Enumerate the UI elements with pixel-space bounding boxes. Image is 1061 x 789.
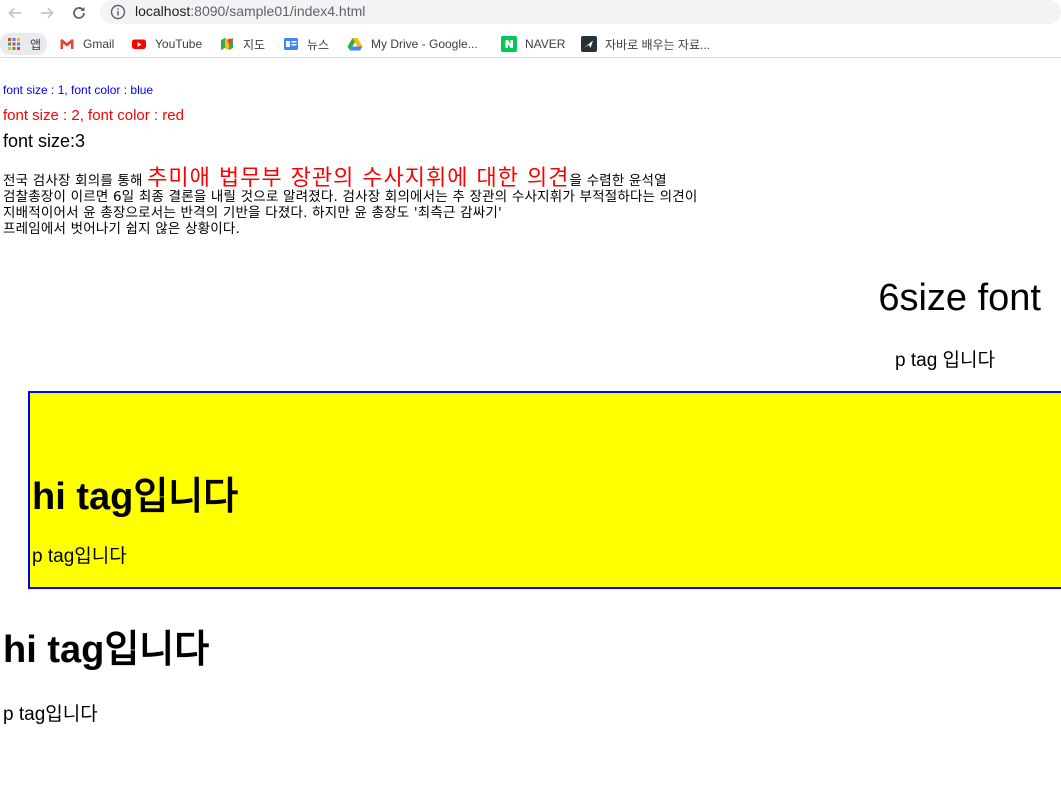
bookmark-label: 지도 (243, 37, 266, 52)
bookmark-label: NAVER (525, 37, 566, 51)
bookmark-java-data-structures[interactable]: 자바로 배우는 자료... (581, 34, 710, 54)
paragraph-line-3: 지배적이어서 윤 총장으로서는 반격의 기반을 다졌다. 하지만 윤 총장도 '… (3, 205, 502, 221)
page-heading: hi tag입니다 (3, 629, 210, 671)
bookmark-label: My Drive - Google... (371, 37, 478, 51)
youtube-icon (131, 36, 147, 52)
font-size-1-text: font size : 1, font color : blue (3, 83, 154, 97)
bookmark-label: 뉴스 (307, 37, 330, 52)
bookmark-google-drive[interactable]: My Drive - Google... (347, 34, 478, 54)
box-heading: hi tag입니다 (32, 476, 239, 518)
forward-arrow-icon (41, 7, 54, 19)
right-aligned-paragraph: p tag 입니다 (895, 350, 995, 371)
bookmark-news[interactable]: 뉴스 (283, 34, 329, 54)
bookmark-naver[interactable]: NAVER (501, 34, 565, 54)
bookmark-youtube[interactable]: YouTube (131, 34, 202, 54)
maps-icon (219, 36, 235, 52)
gmail-icon (59, 36, 75, 52)
url-path: :8090/sample01/index4.html (190, 3, 366, 19)
news-icon (283, 36, 299, 52)
font-size-3-text: font size:3 (3, 131, 86, 151)
forward-button[interactable] (36, 2, 58, 24)
back-button[interactable] (4, 2, 26, 24)
bookmark-label: 앱 (30, 37, 42, 52)
page-content: font size : 1, font color : blue font si… (0, 63, 1061, 789)
paragraph-line-1: 전국 검사장 회의를 통해 추미애 법무부 장관의 수사지휘에 대한 의견을 수… (3, 168, 963, 190)
bookmark-gmail[interactable]: Gmail (59, 34, 114, 54)
bookmark-maps[interactable]: 지도 (219, 34, 265, 54)
reload-icon (73, 7, 85, 19)
bookmark-label: 자바로 배우는 자료... (605, 37, 710, 52)
paragraph-line-4: 프레임에서 벗어나기 쉽지 않은 상황이다. (3, 221, 240, 237)
bookmarks-bar: 앱 Gmail YouTube 지도 뉴스 My Drive - Google.… (0, 30, 1061, 58)
box-paragraph: p tag입니다 (32, 546, 127, 567)
apps-grid-icon (6, 36, 22, 52)
naver-icon (501, 36, 517, 52)
bookmark-apps[interactable]: 앱 (0, 33, 48, 55)
reload-button[interactable] (68, 2, 90, 24)
url-text: localhost:8090/sample01/index4.html (135, 3, 365, 19)
highlighted-text: 추미애 법무부 장관의 수사지휘에 대한 의견 (147, 166, 570, 191)
font-size-2-text: font size : 2, font color : red (3, 107, 184, 124)
address-bar[interactable]: localhost:8090/sample01/index4.html (100, 0, 1061, 24)
google-drive-icon (347, 36, 363, 52)
size-6-font-text: 6size font (878, 277, 1041, 319)
paragraph-line-2: 검찰총장이 이르면 6일 최종 결론을 내릴 것으로 알려졌다. 검사장 회의에… (3, 189, 698, 205)
bookmark-label: YouTube (155, 37, 203, 51)
paragraph-text: 전국 검사장 회의를 통해 (3, 173, 148, 189)
url-host: localhost (135, 3, 191, 19)
page-paragraph: p tag입니다 (3, 704, 98, 725)
bookmark-label: Gmail (83, 37, 115, 51)
browser-toolbar: localhost:8090/sample01/index4.html (0, 0, 1061, 26)
yellow-box: hi tag입니다 p tag입니다 (28, 391, 1061, 589)
bookmark-page-icon (581, 36, 597, 52)
paragraph-text: 을 수렴한 윤석열 (569, 173, 667, 189)
news-paragraph: 전국 검사장 회의를 통해 추미애 법무부 장관의 수사지휘에 대한 의견을 수… (3, 168, 963, 238)
site-info-icon[interactable] (110, 4, 126, 20)
back-arrow-icon (8, 7, 21, 19)
